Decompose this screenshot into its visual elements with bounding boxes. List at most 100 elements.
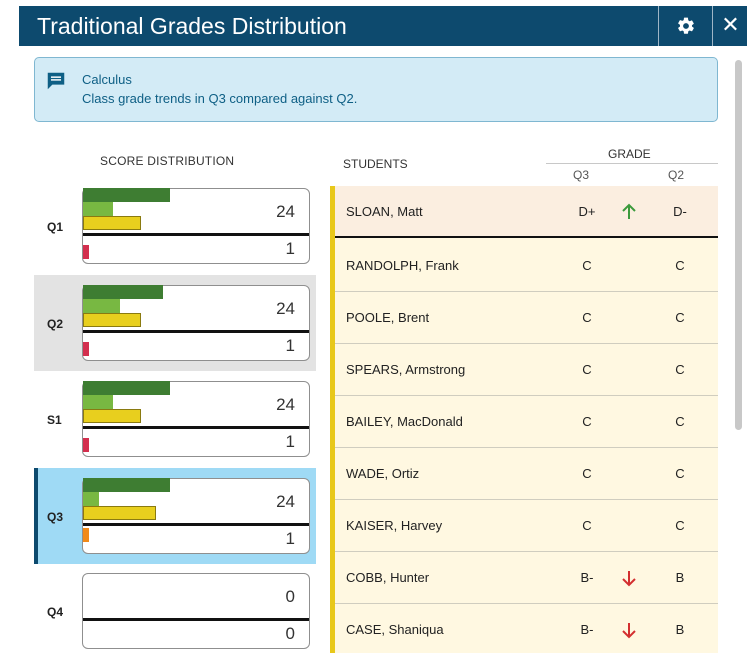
dialog-header: Traditional Grades Distribution ✕: [19, 6, 747, 46]
students-header: STUDENTS: [343, 157, 408, 171]
period-label: Q2: [47, 317, 64, 331]
q2-grade: C: [675, 310, 685, 325]
score-distribution-header: SCORE DISTRIBUTION: [100, 154, 235, 168]
gear-icon: [678, 17, 694, 34]
bar-red: [83, 342, 89, 356]
q3-grade: C: [582, 414, 592, 429]
student-row[interactable]: COBB, Hunter B- B: [335, 552, 718, 604]
distribution-box: 0 0: [82, 573, 310, 649]
period-s1[interactable]: S1 24 1: [34, 371, 316, 467]
grade-header-divider: [546, 163, 718, 164]
student-row[interactable]: BAILEY, MacDonald C C: [335, 396, 718, 448]
count-top: 24: [276, 395, 295, 414]
q3-grade: C: [582, 518, 592, 533]
close-button[interactable]: ✕: [714, 6, 747, 46]
period-q3[interactable]: Q3 24 1: [34, 468, 316, 564]
count-bottom: 1: [285, 239, 295, 258]
student-row[interactable]: WADE, Ortiz C C: [335, 448, 718, 500]
student-row[interactable]: CASE, Shaniqua B- B: [335, 604, 718, 653]
student-name: KAISER, Harvey: [346, 518, 443, 533]
info-description: Class grade trends in Q3 compared agains…: [82, 91, 358, 106]
q2-grade: C: [675, 258, 685, 273]
q2-grade: B: [675, 622, 685, 637]
q3-grade: B-: [580, 622, 594, 637]
bar-dark-green: [83, 285, 163, 299]
student-name: RANDOLPH, Frank: [346, 258, 459, 273]
bar-light-green: [83, 299, 120, 313]
q3-grade: C: [582, 258, 592, 273]
distribution-box: 24 1: [82, 188, 310, 264]
period-q1[interactable]: Q1 24 1: [34, 178, 316, 274]
q3-grade: B-: [580, 570, 594, 585]
count-bottom: 0: [285, 624, 295, 643]
period-q4[interactable]: Q4 0 0: [34, 563, 316, 653]
count-top: 24: [276, 492, 295, 511]
q3-grade: C: [582, 362, 592, 377]
count-top: 24: [276, 202, 295, 221]
q3-column-header: Q3: [573, 168, 590, 182]
bar-dark-green: [83, 478, 170, 492]
period-q2[interactable]: Q2 24 1: [34, 275, 316, 371]
student-name: POOLE, Brent: [346, 310, 430, 325]
bar-red: [83, 438, 89, 452]
q2-grade: D-: [673, 204, 687, 219]
settings-button[interactable]: [658, 6, 713, 46]
distribution-box: 24 1: [82, 285, 310, 361]
bar-light-green: [83, 395, 113, 409]
course-name: Calculus: [82, 72, 132, 87]
student-name: WADE, Ortiz: [346, 466, 420, 481]
scrollbar-thumb[interactable]: [735, 60, 742, 430]
count-bottom: 1: [285, 336, 295, 355]
student-name: CASE, Shaniqua: [346, 622, 444, 637]
bar-light-green: [83, 492, 99, 506]
student-name: COBB, Hunter: [346, 570, 430, 585]
grade-header: GRADE: [608, 147, 651, 161]
count-bottom: 1: [285, 432, 295, 451]
divider: [83, 618, 309, 621]
q3-grade: D+: [578, 204, 596, 219]
student-row[interactable]: SPEARS, Armstrong C C: [335, 344, 718, 396]
message-icon: [47, 72, 65, 90]
dialog-title: Traditional Grades Distribution: [37, 13, 347, 39]
bar-orange: [83, 528, 89, 542]
student-row[interactable]: POOLE, Brent C C: [335, 292, 718, 344]
period-label: Q3: [47, 510, 64, 524]
bar-light-green: [83, 202, 113, 216]
student-list: SLOAN, Matt D+ D- RANDOLPH, Frank C C PO…: [330, 186, 718, 653]
bar-dark-green: [83, 188, 170, 202]
arrow-down-icon: [622, 623, 636, 639]
q3-grade: C: [582, 310, 592, 325]
divider: [83, 523, 309, 526]
q2-grade: B: [675, 570, 685, 585]
count-bottom: 1: [285, 529, 295, 548]
bar-red: [83, 245, 89, 259]
divider: [83, 426, 309, 429]
bar-dark-green: [83, 381, 170, 395]
q2-grade: C: [675, 414, 685, 429]
distribution-box: 24 1: [82, 381, 310, 457]
q2-grade: C: [675, 362, 685, 377]
student-row[interactable]: KAISER, Harvey C C: [335, 500, 718, 552]
period-label: Q1: [47, 220, 64, 234]
q2-grade: C: [675, 518, 685, 533]
count-top: 0: [285, 587, 295, 606]
q3-grade: C: [582, 466, 592, 481]
period-label: Q4: [47, 605, 64, 619]
bar-yellow: [83, 313, 141, 327]
student-row[interactable]: SLOAN, Matt D+ D-: [335, 186, 718, 238]
student-name: SPEARS, Armstrong: [346, 362, 466, 377]
info-banner: Calculus Class grade trends in Q3 compar…: [34, 57, 718, 122]
divider: [83, 233, 309, 236]
period-label: S1: [47, 413, 62, 427]
distribution-box: 24 1: [82, 478, 310, 554]
student-name: SLOAN, Matt: [346, 204, 423, 219]
divider: [83, 330, 309, 333]
bar-yellow: [83, 216, 141, 230]
student-row[interactable]: RANDOLPH, Frank C C: [335, 240, 718, 292]
bar-yellow: [83, 409, 141, 423]
arrow-up-icon: [622, 203, 636, 219]
student-name: BAILEY, MacDonald: [346, 414, 463, 429]
arrow-down-icon: [622, 571, 636, 587]
q2-column-header: Q2: [668, 168, 685, 182]
bar-yellow: [83, 506, 156, 520]
